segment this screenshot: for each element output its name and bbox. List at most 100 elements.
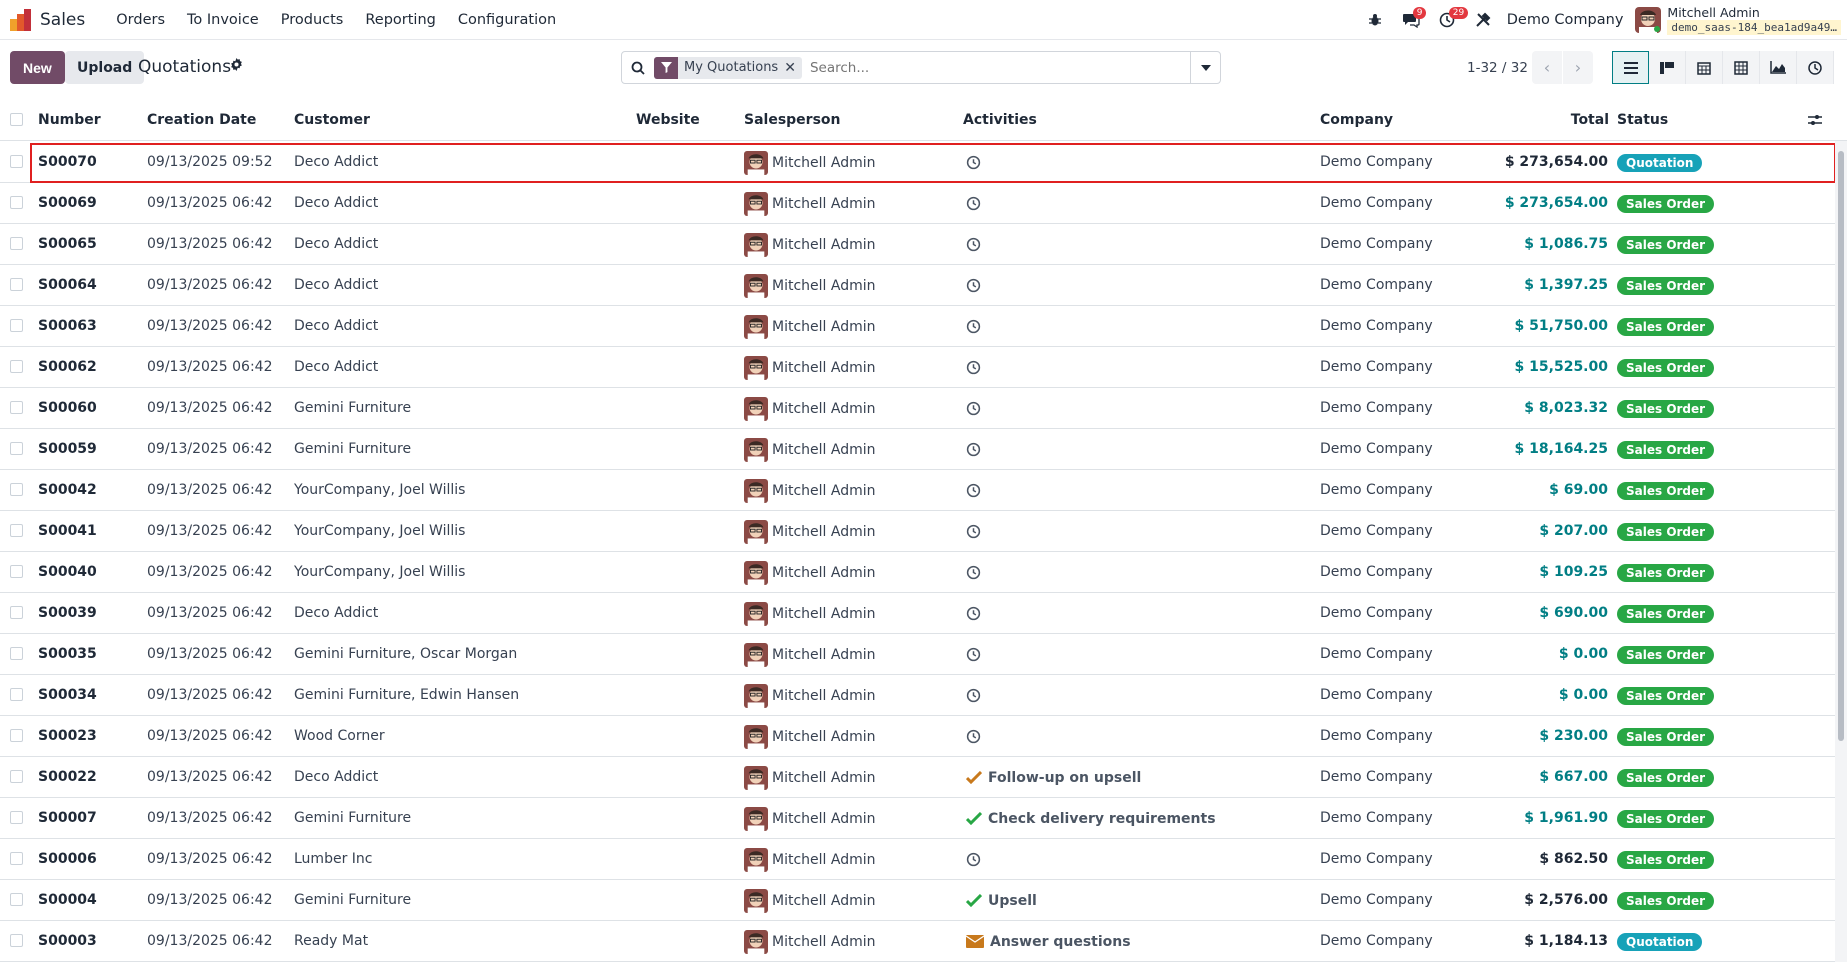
row-checkbox[interactable] (10, 934, 23, 947)
app-brand[interactable]: Sales (0, 8, 105, 31)
activity-cell[interactable] (966, 347, 981, 388)
pivot-view-icon[interactable] (1723, 51, 1760, 84)
upload-button[interactable]: Upload (65, 51, 145, 84)
clock-icon[interactable] (966, 196, 981, 211)
table-row[interactable]: S00004 09/13/2025 06:42 Gemini Furniture Mi… (0, 880, 1835, 921)
column-total[interactable]: Total (1571, 100, 1609, 141)
row-checkbox[interactable] (10, 852, 23, 865)
table-row[interactable]: S00063 09/13/2025 06:42 Deco Addict Mitchel… (0, 306, 1835, 347)
bug-icon[interactable] (1360, 0, 1390, 40)
row-checkbox[interactable] (10, 237, 23, 250)
row-checkbox[interactable] (10, 770, 23, 783)
menu-orders[interactable]: Orders (105, 12, 176, 28)
activity-cell[interactable] (966, 511, 981, 552)
activities-clock-icon[interactable]: 29 (1432, 0, 1469, 40)
row-checkbox[interactable] (10, 319, 23, 332)
search-input[interactable] (809, 59, 1190, 76)
salesperson[interactable]: Mitchell Admin (744, 675, 876, 716)
activity-cell[interactable] (966, 265, 981, 306)
row-checkbox[interactable] (10, 688, 23, 701)
table-row[interactable]: S00035 09/13/2025 06:42 Gemini Furniture, … (0, 634, 1835, 675)
check-orange-icon[interactable] (966, 771, 982, 784)
table-row[interactable]: S00059 09/13/2025 06:42 Gemini Furniture Mi… (0, 429, 1835, 470)
activity-cell[interactable]: Check delivery requirements (966, 798, 1216, 839)
salesperson[interactable]: Mitchell Admin (744, 388, 876, 429)
menu-products[interactable]: Products (270, 12, 355, 28)
row-checkbox[interactable] (10, 524, 23, 537)
new-button[interactable]: New (10, 51, 65, 84)
row-checkbox[interactable] (10, 565, 23, 578)
row-checkbox[interactable] (10, 155, 23, 168)
scrollbar[interactable] (1835, 141, 1847, 962)
salesperson[interactable]: Mitchell Admin (744, 183, 876, 224)
table-row[interactable]: S00070 09/13/2025 09:52 Deco Addict Mitchel… (0, 142, 1835, 183)
table-row[interactable]: S00040 09/13/2025 06:42 YourCompany, Joel … (0, 552, 1835, 593)
clock-icon[interactable] (966, 442, 981, 457)
menu-reporting[interactable]: Reporting (354, 12, 447, 28)
row-checkbox[interactable] (10, 729, 23, 742)
activity-cell[interactable] (966, 593, 981, 634)
clock-icon[interactable] (966, 237, 981, 252)
table-row[interactable]: S00064 09/13/2025 06:42 Deco Addict Mitchel… (0, 265, 1835, 306)
salesperson[interactable]: Mitchell Admin (744, 224, 876, 265)
salesperson[interactable]: Mitchell Admin (744, 880, 876, 921)
salesperson[interactable]: Mitchell Admin (744, 265, 876, 306)
column-website[interactable]: Website (636, 100, 700, 141)
messages-icon[interactable]: 9 (1396, 0, 1427, 40)
scrollbar-thumb[interactable] (1838, 151, 1844, 741)
activity-cell[interactable] (966, 470, 981, 511)
check-green-icon[interactable] (966, 894, 982, 907)
clock-icon[interactable] (966, 524, 981, 539)
search-options-toggle[interactable] (1190, 51, 1220, 84)
clock-icon[interactable] (966, 729, 981, 744)
activity-cell[interactable] (966, 634, 981, 675)
table-row[interactable]: S00065 09/13/2025 06:42 Deco Addict Mitchel… (0, 224, 1835, 265)
activity-cell[interactable] (966, 183, 981, 224)
column-creation-date[interactable]: Creation Date (147, 100, 256, 141)
row-checkbox[interactable] (10, 278, 23, 291)
row-checkbox[interactable] (10, 360, 23, 373)
clock-icon[interactable] (966, 360, 981, 375)
salesperson[interactable]: Mitchell Admin (744, 552, 876, 593)
clock-icon[interactable] (966, 278, 981, 293)
column-status[interactable]: Status (1617, 100, 1668, 141)
row-checkbox[interactable] (10, 606, 23, 619)
column-number[interactable]: Number (38, 100, 101, 141)
activity-cell[interactable] (966, 716, 981, 757)
activity-cell[interactable] (966, 552, 981, 593)
table-row[interactable]: S00069 09/13/2025 06:42 Deco Addict Mitchel… (0, 183, 1835, 224)
salesperson[interactable]: Mitchell Admin (744, 347, 876, 388)
menu-configuration[interactable]: Configuration (447, 12, 567, 28)
table-row[interactable]: S00023 09/13/2025 06:42 Wood Corner Mitchel… (0, 716, 1835, 757)
salesperson[interactable]: Mitchell Admin (744, 921, 876, 962)
activity-cell[interactable] (966, 306, 981, 347)
pager-value[interactable]: 1-32 / 32 (1467, 60, 1528, 76)
clock-icon[interactable] (966, 688, 981, 703)
company-switcher[interactable]: Demo Company (1507, 12, 1624, 28)
salesperson[interactable]: Mitchell Admin (744, 634, 876, 675)
clock-icon[interactable] (966, 606, 981, 621)
table-row[interactable]: S00034 09/13/2025 06:42 Gemini Furniture, … (0, 675, 1835, 716)
activity-cell[interactable]: Follow-up on upsell (966, 757, 1141, 798)
gear-icon[interactable] (230, 58, 243, 75)
table-row[interactable]: S00006 09/13/2025 06:42 Lumber Inc Mitchell… (0, 839, 1835, 880)
clock-icon[interactable] (966, 319, 981, 334)
activity-cell[interactable] (966, 142, 981, 183)
column-customer[interactable]: Customer (294, 100, 370, 141)
activity-cell[interactable] (966, 839, 981, 880)
check-green-icon[interactable] (966, 812, 982, 825)
clock-icon[interactable] (966, 155, 981, 170)
kanban-view-icon[interactable] (1649, 51, 1686, 84)
app-name[interactable]: Sales (40, 10, 85, 30)
row-checkbox[interactable] (10, 893, 23, 906)
table-row[interactable]: S00039 09/13/2025 06:42 Deco Addict Mitchel… (0, 593, 1835, 634)
activity-view-icon[interactable] (1797, 51, 1834, 84)
salesperson[interactable]: Mitchell Admin (744, 716, 876, 757)
salesperson[interactable]: Mitchell Admin (744, 142, 876, 183)
salesperson[interactable]: Mitchell Admin (744, 470, 876, 511)
row-checkbox[interactable] (10, 647, 23, 660)
salesperson[interactable]: Mitchell Admin (744, 429, 876, 470)
salesperson[interactable]: Mitchell Admin (744, 798, 876, 839)
clock-icon[interactable] (966, 647, 981, 662)
optional-columns-icon[interactable] (1808, 113, 1822, 127)
